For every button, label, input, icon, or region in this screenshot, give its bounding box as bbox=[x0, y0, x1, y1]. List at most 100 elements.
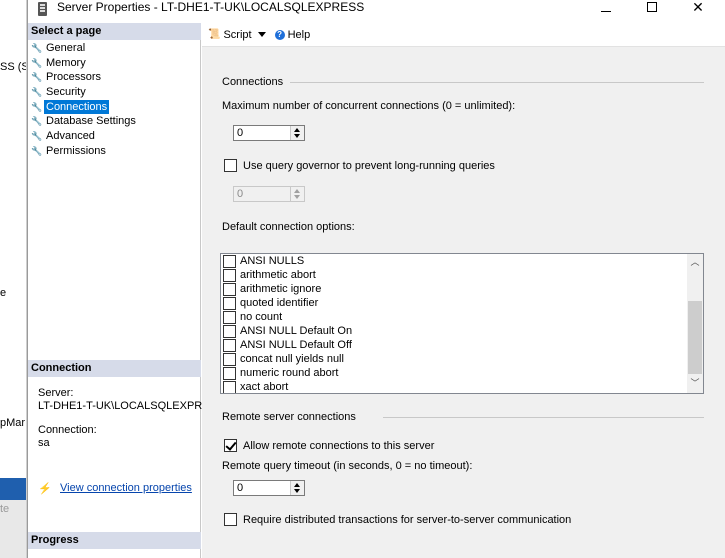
max-connections-spinner[interactable]: 0 bbox=[233, 125, 305, 141]
page-item-label: Processors bbox=[46, 71, 102, 84]
maximize-button[interactable] bbox=[629, 0, 675, 20]
scrollbar-thumb[interactable] bbox=[688, 301, 702, 374]
spinner-down-icon[interactable] bbox=[294, 489, 300, 493]
option-checkbox[interactable] bbox=[223, 324, 236, 338]
wrench-icon: 🔧 bbox=[31, 42, 43, 53]
spinner-buttons[interactable] bbox=[290, 126, 304, 140]
query-governor-row[interactable]: Use query governor to prevent long-runni… bbox=[224, 159, 495, 172]
select-page-header: Select a page bbox=[28, 23, 201, 40]
page-item-label: Memory bbox=[46, 56, 86, 69]
remote-group-label: Remote server connections bbox=[222, 411, 356, 423]
scroll-down-icon[interactable]: ﹀ bbox=[690, 378, 700, 388]
connection-plug-icon: ⚡ bbox=[38, 483, 52, 495]
page-item-general[interactable]: 🔧 General bbox=[31, 41, 138, 56]
view-connection-properties[interactable]: ⚡ View connection properties bbox=[38, 482, 192, 495]
progress-header: Progress bbox=[28, 532, 201, 549]
close-icon: ✕ bbox=[692, 0, 704, 15]
page-item-label: Security bbox=[46, 86, 86, 99]
option-checkbox[interactable] bbox=[223, 310, 236, 324]
list-item[interactable]: ANSI NULL Default Off bbox=[223, 338, 352, 352]
allow-remote-checkbox[interactable] bbox=[224, 439, 237, 452]
option-label: numeric round abort bbox=[240, 367, 339, 379]
option-checkbox[interactable] bbox=[223, 366, 236, 380]
spinner-buttons[interactable] bbox=[290, 481, 304, 495]
connections-page: Connections Maximum number of concurrent… bbox=[202, 48, 725, 558]
group-divider bbox=[383, 417, 704, 418]
background-footer: te bbox=[0, 500, 26, 558]
option-checkbox[interactable] bbox=[223, 380, 236, 393]
spinner-up-icon[interactable] bbox=[294, 483, 300, 487]
option-checkbox[interactable] bbox=[223, 268, 236, 282]
options-scrollbar[interactable]: ︿ ﹀ bbox=[687, 254, 703, 393]
wrench-icon: 🔧 bbox=[31, 72, 43, 83]
page-item-label: Advanced bbox=[46, 130, 95, 143]
query-governor-label: Use query governor to prevent long-runni… bbox=[243, 159, 495, 172]
wrench-icon: 🔧 bbox=[31, 86, 43, 97]
distributed-transactions-label: Require distributed transactions for ser… bbox=[243, 513, 572, 526]
page-item-database-settings[interactable]: 🔧 Database Settings bbox=[31, 114, 138, 129]
remote-timeout-label: Remote query timeout (in seconds, 0 = no… bbox=[222, 460, 473, 472]
list-item[interactable]: arithmetic ignore bbox=[223, 282, 321, 296]
minimize-button[interactable] bbox=[583, 0, 629, 20]
distributed-transactions-checkbox[interactable] bbox=[224, 513, 237, 526]
spinner-down-icon[interactable] bbox=[294, 134, 300, 138]
script-icon[interactable]: 📜 bbox=[208, 29, 220, 40]
option-checkbox[interactable] bbox=[223, 296, 236, 310]
group-divider bbox=[290, 82, 704, 83]
scroll-up-icon[interactable]: ︿ bbox=[690, 257, 700, 267]
option-checkbox[interactable] bbox=[223, 338, 236, 352]
page-item-connections[interactable]: 🔧 Connections bbox=[31, 99, 138, 115]
page-item-security[interactable]: 🔧 Security bbox=[31, 85, 138, 100]
page-item-permissions[interactable]: 🔧 Permissions bbox=[31, 144, 138, 159]
remote-timeout-value: 0 bbox=[237, 482, 244, 494]
list-item[interactable]: arithmetic abort bbox=[223, 268, 316, 282]
remote-timeout-spinner[interactable]: 0 bbox=[233, 480, 305, 496]
list-item[interactable]: quoted identifier bbox=[223, 296, 318, 310]
allow-remote-row[interactable]: Allow remote connections to this server bbox=[224, 439, 434, 452]
list-item[interactable]: no count bbox=[223, 310, 282, 324]
option-label: no count bbox=[240, 311, 283, 323]
query-governor-value: 0 bbox=[237, 188, 244, 200]
list-item[interactable]: xact abort bbox=[223, 380, 289, 393]
spinner-buttons bbox=[290, 187, 304, 201]
connections-group-label: Connections bbox=[222, 76, 284, 88]
server-properties-window: Server Properties - LT-DHE1-T-UK\LOCALSQ… bbox=[27, 0, 725, 558]
connection-value: sa bbox=[38, 437, 50, 449]
close-button[interactable]: ✕ bbox=[675, 0, 721, 20]
spinner-up-icon[interactable] bbox=[294, 128, 300, 132]
page-item-label: Connections bbox=[44, 99, 110, 115]
script-button[interactable]: Script bbox=[223, 29, 251, 41]
help-button[interactable]: Help bbox=[288, 29, 311, 41]
page-item-processors[interactable]: 🔧 Processors bbox=[31, 70, 138, 85]
list-item[interactable]: ANSI NULL Default On bbox=[223, 324, 352, 338]
query-governor-checkbox[interactable] bbox=[224, 159, 237, 172]
connection-header: Connection bbox=[28, 360, 201, 377]
option-label: arithmetic ignore bbox=[240, 283, 322, 295]
help-icon[interactable]: ? bbox=[274, 29, 285, 40]
page-list: 🔧 General 🔧 Memory 🔧 Processors 🔧 Security 🔧… bbox=[31, 41, 138, 159]
option-label: xact abort bbox=[240, 381, 289, 393]
option-label: ANSI NULLS bbox=[240, 255, 305, 267]
window-title: Server Properties - LT-DHE1-T-UK\LOCALSQ… bbox=[57, 0, 365, 14]
option-checkbox[interactable] bbox=[223, 352, 236, 366]
default-options-list[interactable]: ANSI NULLS arithmetic abort arithmetic i… bbox=[220, 253, 704, 394]
server-value: LT-DHE1-T-UK\LOCALSQLEXPRE bbox=[38, 400, 210, 412]
list-item[interactable]: ANSI NULLS bbox=[223, 254, 304, 268]
page-item-memory[interactable]: 🔧 Memory bbox=[31, 56, 138, 71]
allow-remote-label: Allow remote connections to this server bbox=[243, 439, 435, 452]
minimize-icon bbox=[601, 11, 611, 12]
distributed-transactions-row[interactable]: Require distributed transactions for ser… bbox=[224, 513, 571, 526]
max-connections-value: 0 bbox=[237, 127, 244, 139]
wrench-icon: 🔧 bbox=[31, 145, 43, 156]
script-dropdown-icon[interactable] bbox=[257, 32, 266, 37]
list-item[interactable]: numeric round abort bbox=[223, 366, 338, 380]
title-bar[interactable]: Server Properties - LT-DHE1-T-UK\LOCALSQ… bbox=[28, 0, 725, 20]
view-connection-properties-link[interactable]: View connection properties bbox=[60, 482, 192, 494]
option-checkbox[interactable] bbox=[223, 254, 236, 268]
option-checkbox[interactable] bbox=[223, 282, 236, 296]
background-text: pMar bbox=[0, 417, 26, 429]
page-item-advanced[interactable]: 🔧 Advanced bbox=[31, 129, 138, 144]
spinner-up-icon bbox=[294, 189, 300, 193]
page-item-label: Permissions bbox=[46, 144, 106, 157]
list-item[interactable]: concat null yields null bbox=[223, 352, 344, 366]
